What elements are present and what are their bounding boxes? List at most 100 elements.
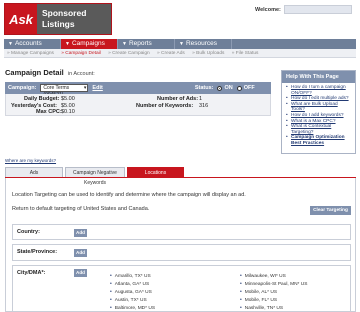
nav-tab-campaigns[interactable]: ▼ Campaigns — [61, 39, 118, 49]
bullet-icon: • — [240, 273, 242, 279]
city-name: Mobile, FL* US — [244, 297, 278, 303]
nav-tab-resources[interactable]: ▼ Resources — [175, 39, 232, 49]
tab-negative-keywords[interactable]: Campaign Negative Keywords — [65, 167, 125, 186]
daily-budget-value: $5.00 — [61, 96, 75, 102]
campaign-label: Campaign: — [8, 85, 37, 91]
nav-tab-accounts[interactable]: ▼ Accounts — [4, 39, 61, 49]
where-are-keywords-link[interactable]: Where are my keywords? — [5, 158, 56, 163]
subnav-create-campaign[interactable]: » Create Campaign — [108, 51, 150, 56]
ask-logo-mark: Ask — [5, 4, 37, 34]
city-item: • Milwaukee, WI* US — [240, 272, 350, 280]
city-list: • Amarillo, TX* US • Milwaukee, WI* US • Atla… — [110, 272, 350, 312]
num-ads-stat: Number of Ads: — [157, 96, 198, 102]
chevron-down-icon: ▼ — [122, 41, 127, 47]
num-keywords-stat: Number of Keywords: — [136, 103, 193, 109]
daily-budget-stat: Daily Budget: — [24, 96, 59, 102]
nav-tab-label: Campaigns — [71, 40, 105, 47]
clear-targeting-button[interactable]: Clear Targeting — [310, 206, 351, 215]
help-title: Help With This Page — [282, 71, 355, 83]
city-label: City/DMA*: — [17, 270, 46, 276]
chevron-down-icon: ▼ — [179, 41, 184, 47]
add-city-button[interactable]: Add — [74, 269, 87, 277]
max-cpc-value: $0.10 — [61, 109, 75, 115]
state-row: State/Province: Add — [12, 244, 351, 261]
status-on-radio[interactable] — [217, 85, 223, 91]
tab-ads[interactable]: Ads — [5, 167, 63, 177]
num-ads-value: 1 — [199, 96, 203, 102]
add-country-button[interactable]: Add — [74, 229, 87, 237]
num-ads-label: Number of Ads: — [157, 96, 199, 102]
help-link[interactable]: What is Contextual Targeting? — [286, 124, 352, 135]
tab-locations[interactable]: Locations — [127, 167, 184, 177]
city-item: • Atlanta, GA* US — [110, 280, 240, 288]
status-off-label: OFF — [243, 85, 255, 91]
bullet-icon: • — [110, 289, 112, 295]
add-state-button[interactable]: Add — [74, 249, 87, 257]
bullet-icon: • — [240, 289, 242, 295]
subnav-file-status[interactable]: » File Status — [232, 51, 259, 56]
return-default-link[interactable]: Return to default targeting of United St… — [12, 206, 149, 212]
subnav-bulk-uploads[interactable]: » Bulk Uploads — [192, 51, 224, 56]
locations-panel: Location Targeting can be used to identi… — [5, 178, 356, 312]
subnav-create-ads[interactable]: » Create Ads — [157, 51, 185, 56]
max-cpc-stat: Max CPC: — [36, 109, 62, 115]
page-title-text: Campaign Detail — [5, 68, 64, 77]
status-off-radio[interactable] — [236, 85, 242, 91]
subnav-manage-campaigns[interactable]: » Manage Campaigns — [7, 51, 54, 56]
chevron-down-icon: ▼ — [8, 41, 13, 47]
city-item: • Austin, TX* US — [110, 296, 240, 304]
logo-line-2: Listings — [42, 19, 75, 29]
page-title: Campaign Detail in Account: — [5, 68, 95, 77]
state-label: State/Province: — [17, 249, 58, 255]
campaign-bar: Campaign: Core Terms (994521) Edit Statu… — [5, 82, 271, 98]
city-item: • Nashville, TN* US — [240, 304, 350, 312]
yesterday-cost-label: Yesterday's Cost: — [11, 102, 57, 109]
help-list: How do I turn a campaign ON/OFF? How do … — [282, 83, 355, 147]
city-item: • Mobile, FL* US — [240, 296, 350, 304]
detail-tabs: Ads Campaign Negative Keywords Locations — [5, 167, 186, 186]
status-label: Status: — [194, 85, 214, 91]
city-name: Milwaukee, WI* US — [244, 273, 286, 279]
bullet-icon: • — [240, 305, 242, 311]
help-link-best-practices[interactable]: Campaign Optimization Best Practices — [286, 135, 352, 146]
daily-budget-label: Daily Budget: — [24, 96, 60, 102]
city-name: Amarillo, TX* US — [114, 273, 151, 279]
city-item: • Augusta, GA* US — [110, 288, 240, 296]
campaign-select[interactable]: Core Terms (994521) — [40, 84, 89, 98]
subnav-campaign-detail[interactable]: » Campaign Detail — [61, 51, 100, 56]
main-nav: ▼ Accounts ▼ Campaigns ▼ Reports ▼ Resources — [4, 39, 356, 49]
yesterday-cost-stat: Yesterday's Cost: — [11, 103, 57, 109]
city-name: Mobile, AL* US — [244, 289, 278, 295]
campaign-stats: Daily Budget: $5.00 Yesterday's Cost: $5… — [5, 94, 271, 116]
campaign-edit-link[interactable]: Edit — [92, 85, 102, 91]
nav-tab-label: Reports — [128, 40, 152, 47]
welcome-user-field — [284, 5, 352, 14]
city-name: Minneapolis-St Paul, MN* US — [244, 281, 308, 287]
location-intro-text: Location Targeting can be used to identi… — [12, 192, 246, 198]
nav-tab-label: Accounts — [14, 40, 42, 47]
bullet-icon: • — [240, 281, 242, 287]
nav-tab-label: Resources — [185, 40, 218, 47]
help-link[interactable]: How do I turn a campaign ON/OFF? — [286, 85, 352, 96]
city-row: City/DMA*: Add • Amarillo, TX* US • Milwauk… — [12, 265, 351, 312]
num-keywords-label: Number of Keywords: — [136, 102, 194, 109]
logo-line-1: Sponsored — [42, 8, 87, 18]
bullet-icon: • — [110, 305, 112, 311]
sub-nav: » Manage Campaigns » Campaign Detail » C… — [4, 49, 356, 58]
bullet-icon: • — [240, 297, 242, 303]
city-item: • Amarillo, TX* US — [110, 272, 240, 280]
bullet-icon: • — [110, 281, 112, 287]
city-item: • Minneapolis-St Paul, MN* US — [240, 280, 350, 288]
chevron-down-icon: ▼ — [65, 41, 70, 47]
bullet-icon: • — [110, 297, 112, 303]
country-row: Country: Add — [12, 224, 351, 240]
num-keywords-value: 316 — [199, 102, 209, 109]
city-item: • Mobile, AL* US — [240, 288, 350, 296]
status-on-label: ON — [224, 85, 233, 91]
city-name: Nashville, TN* US — [244, 305, 284, 311]
help-box: Help With This Page How do I turn a camp… — [281, 70, 356, 154]
help-link[interactable]: What are Bulk Upload Tools? — [286, 102, 352, 113]
country-label: Country: — [17, 229, 40, 235]
city-name: Austin, TX* US — [114, 297, 147, 303]
nav-tab-reports[interactable]: ▼ Reports — [118, 39, 175, 49]
